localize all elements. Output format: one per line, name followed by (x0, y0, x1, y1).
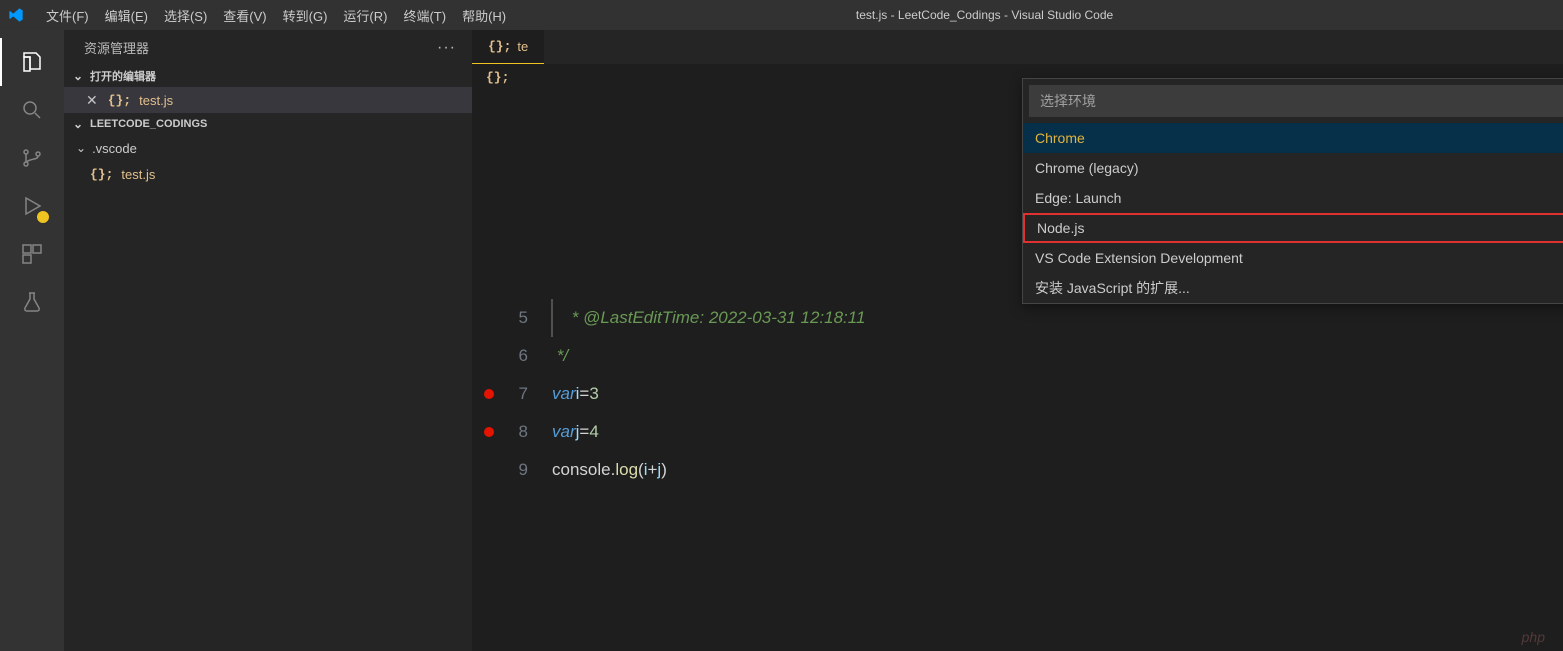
js-file-icon: {}; (488, 39, 511, 54)
chevron-down-icon: ⌄ (76, 141, 86, 155)
editor-area: {}; te {}; 56789 * @LastEditTime: 2022-0… (472, 30, 1563, 651)
activity-bar (0, 30, 64, 651)
quick-pick-item[interactable]: VS Code Extension Development (1023, 243, 1563, 273)
activity-explorer[interactable] (8, 38, 56, 86)
quick-pick-item[interactable]: Node.js (1023, 213, 1563, 243)
sidebar-title: 资源管理器 (84, 38, 149, 57)
search-icon (20, 98, 44, 122)
menu-view[interactable]: 查看(V) (215, 6, 274, 25)
quick-pick-list: ChromeChrome (legacy)Edge: LaunchNode.js… (1023, 123, 1563, 303)
extensions-icon (20, 242, 44, 266)
quick-pick-item[interactable]: Chrome (1023, 123, 1563, 153)
sidebar-header: 资源管理器 ··· (64, 30, 472, 65)
chevron-down-icon: ⌄ (70, 117, 86, 131)
watermark: php (1522, 629, 1545, 645)
code-line: */ (552, 337, 1563, 375)
code-content: * @LastEditTime: 2022-03-31 12:18:11 */v… (552, 299, 1563, 651)
js-file-icon: {}; (486, 70, 509, 85)
open-editors-label: 打开的编辑器 (90, 68, 156, 84)
files-icon (20, 50, 44, 74)
menu-file[interactable]: 文件(F) (38, 6, 97, 25)
title-bar: 文件(F) 编辑(E) 选择(S) 查看(V) 转到(G) 运行(R) 终端(T… (0, 0, 1563, 30)
tree-file[interactable]: {}; test.js (64, 161, 472, 187)
js-file-icon: {}; (108, 93, 131, 108)
line-number: 7 (472, 375, 552, 413)
quick-pick-item[interactable]: Edge: Launch (1023, 183, 1563, 213)
quick-pick: 选择环境 ChromeChrome (legacy)Edge: LaunchNo… (1022, 78, 1563, 304)
breakpoint-icon[interactable] (484, 427, 494, 437)
chevron-down-icon: ⌄ (70, 69, 86, 83)
debug-badge-icon (36, 210, 50, 224)
activity-debug[interactable] (8, 182, 56, 230)
code-line: console.log(i+j) (552, 451, 1563, 489)
gutter: 56789 (472, 299, 552, 651)
explorer-sidebar: 资源管理器 ··· ⌄ 打开的编辑器 ✕ {}; test.js ⌄ LEETC… (64, 30, 472, 651)
close-icon[interactable]: ✕ (86, 92, 98, 109)
menu-run[interactable]: 运行(R) (335, 6, 395, 25)
quick-pick-item[interactable]: 安装 JavaScript 的扩展... (1023, 273, 1563, 303)
folder-name: .vscode (92, 141, 137, 156)
project-label: LEETCODE_CODINGS (90, 118, 207, 130)
tab-label: te (517, 39, 528, 54)
beaker-icon (20, 290, 44, 314)
code-line: var i = 3 (552, 375, 1563, 413)
project-section[interactable]: ⌄ LEETCODE_CODINGS (64, 113, 472, 135)
breakpoint-icon[interactable] (484, 389, 494, 399)
activity-testing[interactable] (8, 278, 56, 326)
open-editor-filename: test.js (139, 93, 173, 108)
tree-file-name: test.js (121, 167, 155, 182)
tree-folder[interactable]: ⌄ .vscode (64, 135, 472, 161)
activity-source-control[interactable] (8, 134, 56, 182)
line-number: 8 (472, 413, 552, 451)
activity-search[interactable] (8, 86, 56, 134)
menu-edit[interactable]: 编辑(E) (97, 6, 156, 25)
quick-pick-input[interactable]: 选择环境 (1029, 85, 1563, 117)
editor-tab[interactable]: {}; te (472, 30, 544, 64)
line-number: 6 (472, 337, 552, 375)
activity-extensions[interactable] (8, 230, 56, 278)
open-editor-item[interactable]: ✕ {}; test.js (64, 87, 472, 113)
main-area: 资源管理器 ··· ⌄ 打开的编辑器 ✕ {}; test.js ⌄ LEETC… (0, 30, 1563, 651)
line-number: 5 (472, 299, 552, 337)
code-line: * @LastEditTime: 2022-03-31 12:18:11 (552, 299, 1563, 337)
open-editors-section[interactable]: ⌄ 打开的编辑器 (64, 65, 472, 87)
code-line: var j = 4 (552, 413, 1563, 451)
sidebar-more-icon[interactable]: ··· (437, 39, 456, 57)
window-title: test.js - LeetCode_Codings - Visual Stud… (414, 8, 1555, 22)
js-file-icon: {}; (90, 167, 113, 182)
menu-go[interactable]: 转到(G) (275, 6, 336, 25)
menu-select[interactable]: 选择(S) (156, 6, 215, 25)
tab-bar: {}; te (472, 30, 1563, 65)
quick-pick-item[interactable]: Chrome (legacy) (1023, 153, 1563, 183)
line-number: 9 (472, 451, 552, 489)
branch-icon (20, 146, 44, 170)
vscode-logo-icon (8, 7, 24, 23)
